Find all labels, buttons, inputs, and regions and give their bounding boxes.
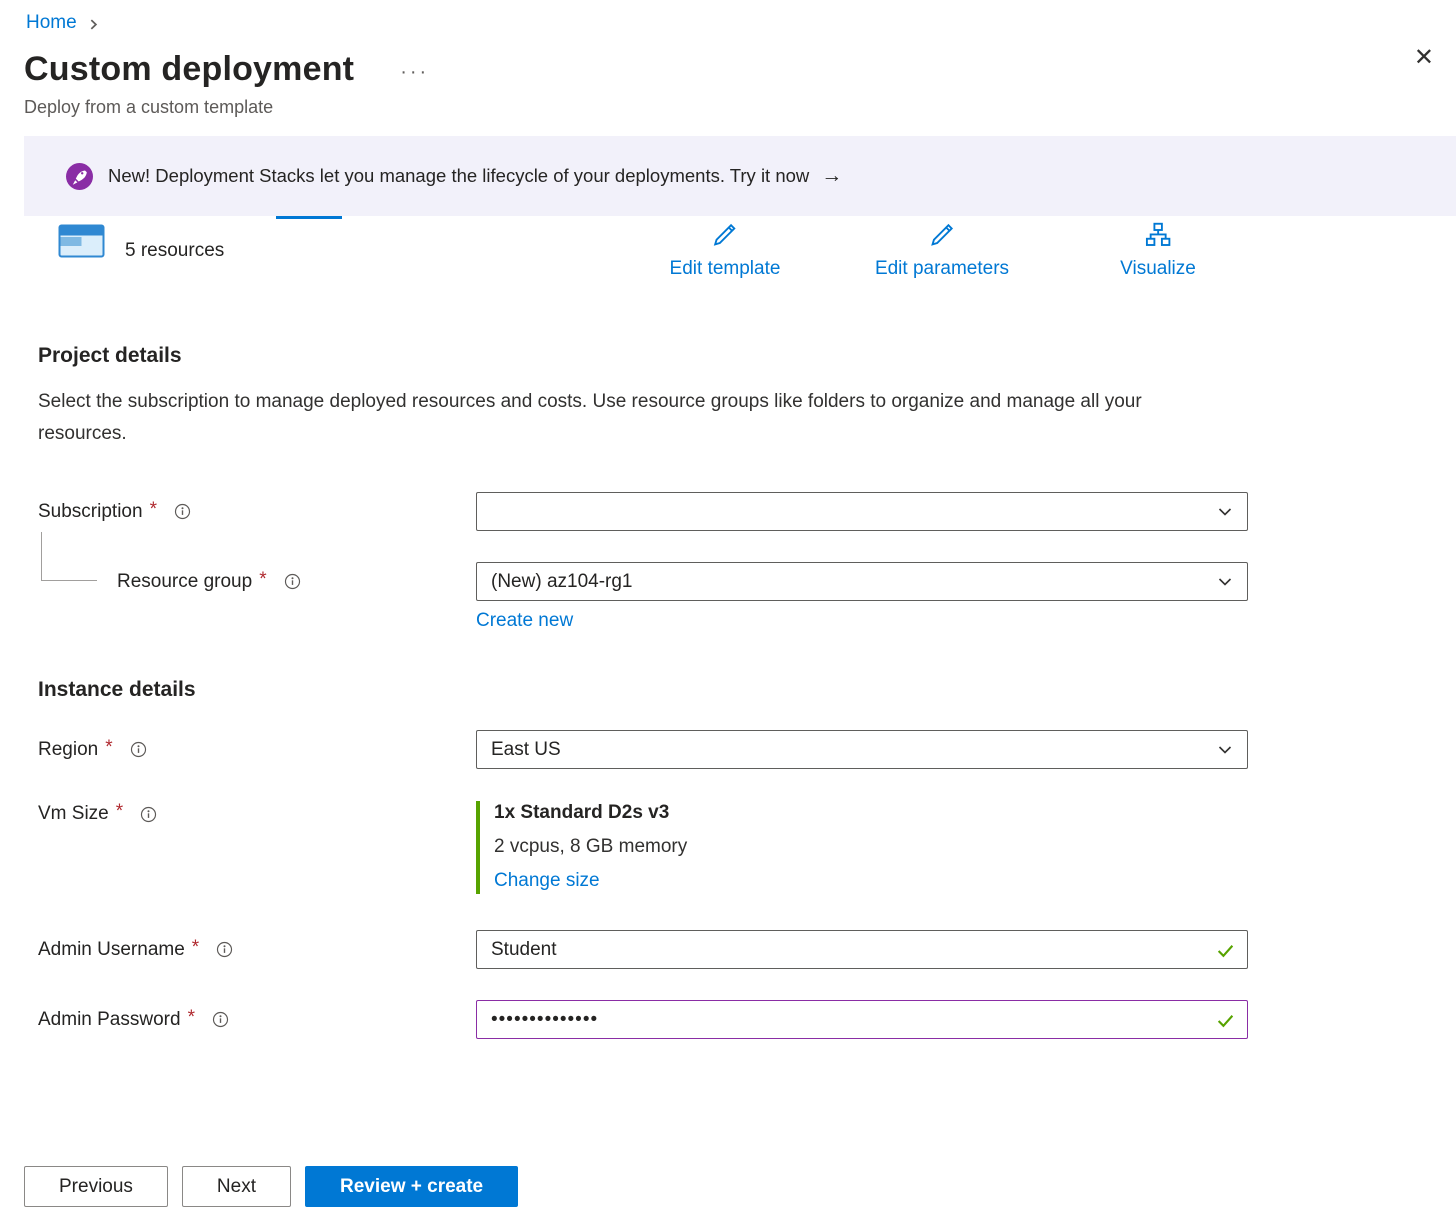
promo-banner[interactable]: New! Deployment Stacks let you manage th… xyxy=(24,136,1456,216)
change-size-link[interactable]: Change size xyxy=(494,870,600,892)
resource-group-label: Resource group xyxy=(117,571,252,593)
instance-details-heading: Instance details xyxy=(38,678,1432,702)
admin-username-row: Admin Username * xyxy=(38,930,1432,969)
vm-size-description: 2 vcpus, 8 GB memory xyxy=(494,836,1248,858)
vm-size-title: 1x Standard D2s v3 xyxy=(494,802,1248,824)
admin-password-label: Admin Password xyxy=(38,1009,181,1031)
info-icon[interactable] xyxy=(174,503,191,520)
region-label: Region xyxy=(38,739,98,761)
subscription-dropdown[interactable] xyxy=(476,492,1248,531)
banner-arrow-icon[interactable]: → xyxy=(821,164,842,188)
edit-parameters-label: Edit parameters xyxy=(875,258,1009,280)
resource-group-row: Resource group * (New) az104-rg1 xyxy=(38,562,1432,601)
info-icon[interactable] xyxy=(140,806,157,823)
region-row: Region * East US xyxy=(38,730,1432,769)
edit-parameters-button[interactable]: Edit parameters xyxy=(875,220,1009,280)
vm-size-label: Vm Size xyxy=(38,803,109,825)
admin-username-label: Admin Username xyxy=(38,939,185,961)
create-new-link[interactable]: Create new xyxy=(476,610,573,632)
chevron-down-icon xyxy=(1217,742,1233,758)
banner-message: New! Deployment Stacks let you manage th… xyxy=(108,165,809,187)
footer-actions: Previous Next Review + create xyxy=(24,1166,518,1207)
tree-connector xyxy=(41,532,97,581)
info-icon[interactable] xyxy=(216,941,233,958)
vm-size-selection: 1x Standard D2s v3 2 vcpus, 8 GB memory … xyxy=(476,801,1248,894)
breadcrumb-chevron-icon xyxy=(87,18,100,31)
subscription-label: Subscription xyxy=(38,501,143,523)
template-resources: 5 resources xyxy=(58,222,224,264)
resources-icon xyxy=(58,222,105,264)
info-icon[interactable] xyxy=(284,573,301,590)
chevron-down-icon xyxy=(1217,574,1233,590)
required-asterisk: * xyxy=(188,1007,195,1029)
resources-count: 5 resources xyxy=(125,240,224,264)
review-create-button[interactable]: Review + create xyxy=(305,1166,518,1207)
region-value: East US xyxy=(491,739,561,761)
visualize-label: Visualize xyxy=(1120,258,1196,280)
edit-template-button[interactable]: Edit template xyxy=(670,220,781,280)
project-details-description: Select the subscription to manage deploy… xyxy=(38,386,1198,450)
page-title: Custom deployment xyxy=(24,50,354,89)
more-options-icon[interactable]: ··· xyxy=(400,61,429,84)
admin-password-row: Admin Password * xyxy=(38,1000,1432,1039)
previous-button[interactable]: Previous xyxy=(24,1166,168,1207)
region-dropdown[interactable]: East US xyxy=(476,730,1248,769)
resource-group-dropdown[interactable]: (New) az104-rg1 xyxy=(476,562,1248,601)
info-icon[interactable] xyxy=(130,741,147,758)
info-icon[interactable] xyxy=(212,1011,229,1028)
close-button[interactable]: ✕ xyxy=(1414,46,1434,70)
clipped-link-fragment xyxy=(276,216,342,219)
rocket-icon xyxy=(66,163,93,190)
page-header: Custom deployment ··· ✕ Deploy from a cu… xyxy=(0,34,1456,118)
form-content: Project details Select the subscription … xyxy=(0,344,1456,1039)
subscription-row: Subscription * xyxy=(38,492,1432,531)
vm-size-row: Vm Size * 1x Standard D2s v3 2 vcpus, 8 … xyxy=(38,801,1432,894)
visualize-button[interactable]: Visualize xyxy=(1120,220,1196,280)
resource-group-value: (New) az104-rg1 xyxy=(491,571,633,593)
required-asterisk: * xyxy=(259,569,266,591)
visualize-icon xyxy=(1143,220,1173,255)
required-asterisk: * xyxy=(150,499,157,521)
pencil-icon xyxy=(927,220,957,255)
admin-password-input[interactable] xyxy=(476,1000,1248,1039)
project-details-heading: Project details xyxy=(38,344,1432,368)
required-asterisk: * xyxy=(116,801,123,823)
breadcrumb: Home xyxy=(0,0,1456,34)
breadcrumb-home-link[interactable]: Home xyxy=(26,12,77,34)
edit-template-label: Edit template xyxy=(670,258,781,280)
template-bar: 5 resources Edit template Edit parameter… xyxy=(24,216,1432,288)
chevron-down-icon xyxy=(1217,504,1233,520)
close-icon: ✕ xyxy=(1414,44,1434,71)
required-asterisk: * xyxy=(192,937,199,959)
page-subtitle: Deploy from a custom template xyxy=(24,97,1432,118)
admin-username-input[interactable] xyxy=(476,930,1248,969)
pencil-icon xyxy=(710,220,740,255)
next-button[interactable]: Next xyxy=(182,1166,291,1207)
required-asterisk: * xyxy=(105,737,112,759)
